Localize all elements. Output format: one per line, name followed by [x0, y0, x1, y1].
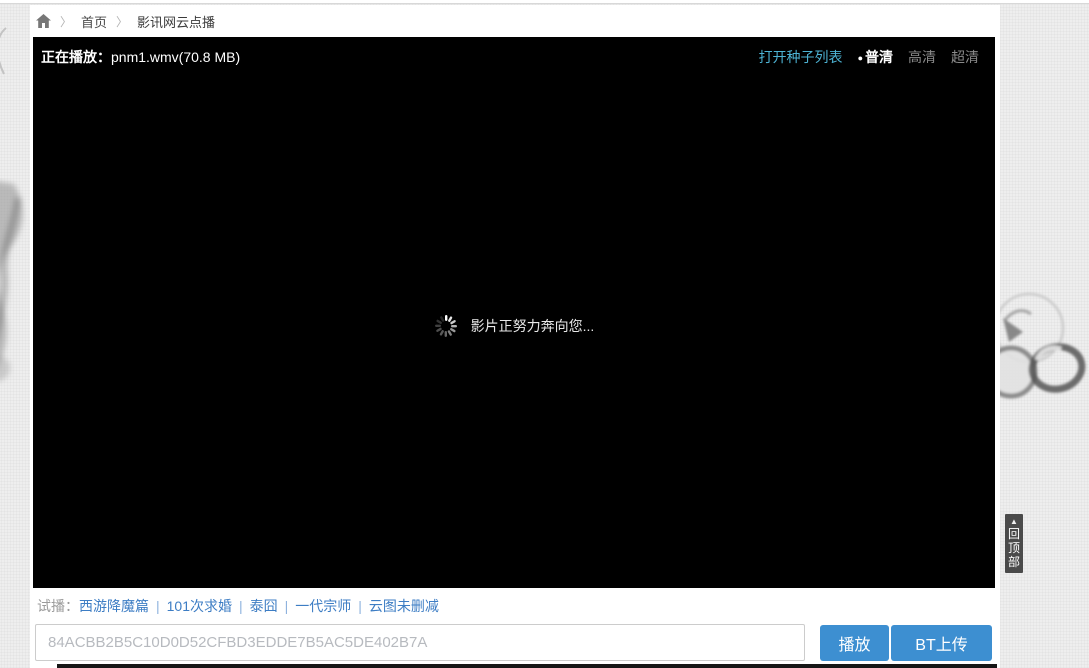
selected-marker-icon: ●	[857, 53, 863, 63]
page-top-strip	[0, 0, 1089, 4]
hash-input[interactable]	[35, 624, 805, 661]
trial-link[interactable]: 云图未删减	[369, 596, 439, 616]
open-torrent-list-link[interactable]: 打开种子列表	[759, 47, 843, 67]
loading-indicator: 影片正努力奔向您...	[33, 314, 995, 338]
player-header: 正在播放：pnm1.wmv(70.8 MB) 打开种子列表 ● 普清 高清 超清	[33, 37, 995, 67]
footer-top-edge	[57, 664, 997, 668]
ink-decoration-right	[984, 280, 1089, 435]
breadcrumb-separator: 〉	[60, 14, 73, 29]
loading-spinner-icon	[434, 315, 457, 337]
up-arrow-icon: ▲	[1010, 517, 1018, 526]
loading-text: 影片正努力奔向您...	[470, 318, 595, 334]
trial-label: 试播：	[37, 598, 79, 614]
trial-link[interactable]: 101次求婚	[167, 596, 232, 616]
now-playing-label: 正在播放：	[41, 49, 111, 65]
bt-upload-button[interactable]: BT上传	[891, 625, 992, 661]
ink-decoration-top-left	[0, 26, 12, 81]
quality-option-hd[interactable]: 高清	[908, 47, 936, 67]
play-button[interactable]: 播放	[820, 625, 889, 661]
home-icon[interactable]	[36, 14, 51, 28]
breadcrumb-separator: 〉	[116, 14, 129, 29]
back-to-top-label: 回顶部	[1007, 527, 1020, 569]
quality-option-uhd[interactable]: 超清	[951, 47, 979, 67]
trial-separator: |	[239, 598, 243, 614]
trial-link[interactable]: 一代宗师	[295, 596, 351, 616]
main-content-panel: 〉 首页 〉 影讯网云点播 正在播放：pnm1.wmv(70.8 MB) 打开种…	[30, 5, 1000, 668]
trial-link[interactable]: 西游降魔篇	[79, 596, 149, 616]
now-playing: 正在播放：pnm1.wmv(70.8 MB)	[41, 47, 240, 67]
trial-separator: |	[156, 598, 160, 614]
breadcrumb: 〉 首页 〉 影讯网云点播	[30, 5, 1000, 37]
quality-option-standard[interactable]: ● 普清	[858, 47, 893, 67]
trial-links-row: 试播： 西游降魔篇 | 101次求婚 | 泰囧 | 一代宗师 | 云图未删减	[37, 594, 439, 618]
trial-link[interactable]: 泰囧	[250, 596, 278, 616]
trial-separator: |	[284, 598, 289, 614]
quality-option-label: 普清	[865, 49, 893, 65]
back-to-top-button[interactable]: ▲ 回顶部	[1005, 514, 1023, 573]
now-playing-filename: pnm1.wmv(70.8 MB)	[111, 49, 241, 65]
hash-row: 播放 BT上传	[35, 624, 998, 661]
trial-separator: |	[358, 598, 362, 614]
video-player[interactable]: 正在播放：pnm1.wmv(70.8 MB) 打开种子列表 ●普清 高清 超清	[33, 37, 995, 588]
player-header-controls: 打开种子列表 ● 普清 高清 超清	[759, 47, 979, 67]
breadcrumb-item-current: 影讯网云点播	[137, 14, 216, 30]
breadcrumb-item-home[interactable]: 首页	[81, 12, 107, 31]
